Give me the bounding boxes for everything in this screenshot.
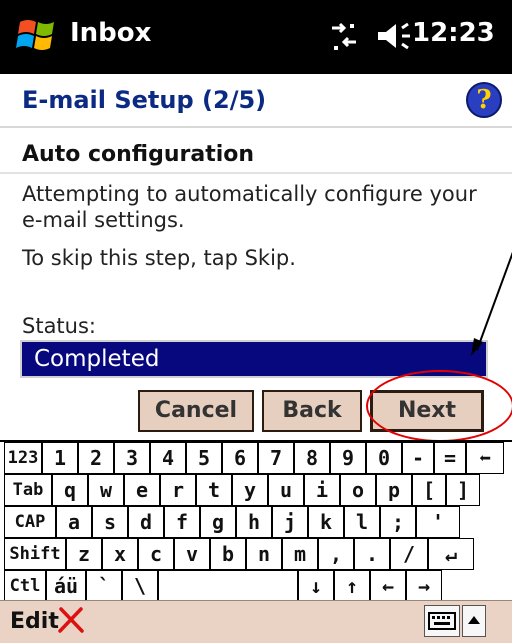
key-r[interactable]: r [160,474,196,506]
key-c[interactable]: c [138,538,174,570]
key-down-arrow[interactable]: ↓ [298,570,334,602]
key-minus[interactable]: - [402,442,434,474]
annotation-arrow-icon [471,251,512,356]
key-slash[interactable]: / [390,538,428,570]
status-value: Completed [34,346,160,372]
volume-icon[interactable] [374,18,414,54]
key-accents[interactable]: áü [46,570,86,602]
key-1[interactable]: 1 [42,442,78,474]
key-left-bracket[interactable]: [ [412,474,446,506]
keyboard-icon[interactable] [424,605,460,637]
key-n[interactable]: n [246,538,282,570]
cancel-button[interactable]: Cancel [138,390,254,432]
key-7[interactable]: 7 [258,442,294,474]
key-123[interactable]: 123 [4,442,42,474]
key-8[interactable]: 8 [294,442,330,474]
help-icon[interactable]: ? [466,82,502,118]
key-y[interactable]: y [232,474,268,506]
key-right-bracket[interactable]: ] [446,474,480,506]
divider [0,126,512,128]
app-title: Inbox [70,18,152,48]
key-shift[interactable]: Shift [4,538,66,570]
key-h[interactable]: h [236,506,272,538]
intro-text-line2: e-mail settings. [22,208,185,232]
key-3[interactable]: 3 [114,442,150,474]
key-comma[interactable]: , [318,538,354,570]
key-space[interactable] [158,570,298,602]
key-l[interactable]: l [344,506,380,538]
soft-keyboard: 123 1 2 3 4 5 6 7 8 9 0- = ⬅ Tab q w e r t y u i o p[] CAP a s d f g h… [0,440,512,602]
skip-instruction: To skip this step, tap Skip. [22,246,296,270]
key-2[interactable]: 2 [78,442,114,474]
windows-start-icon[interactable] [14,12,62,60]
key-9[interactable]: 9 [330,442,366,474]
status-label: Status: [22,314,96,338]
key-v[interactable]: v [174,538,210,570]
key-m[interactable]: m [282,538,318,570]
key-enter[interactable]: ↵ [428,538,474,570]
key-d[interactable]: d [128,506,164,538]
intro-text-line1: Attempting to automatically configure yo… [22,182,477,206]
key-semicolon[interactable]: ; [380,506,416,538]
section-title: Auto configuration [22,142,255,167]
page-heading: E-mail Setup (2/5) [22,86,267,114]
key-p[interactable]: p [376,474,412,506]
key-tab[interactable]: Tab [4,474,52,506]
key-backtick[interactable]: ` [86,570,122,602]
key-4[interactable]: 4 [150,442,186,474]
key-w[interactable]: w [88,474,124,506]
close-icon[interactable] [56,605,86,635]
connectivity-icon[interactable] [324,16,364,56]
key-cap[interactable]: CAP [4,506,56,538]
annotation-circle [366,370,512,442]
key-x[interactable]: x [102,538,138,570]
key-right-arrow[interactable]: → [406,570,442,602]
key-b[interactable]: b [210,538,246,570]
menu-bar: Edit [0,600,512,643]
key-left-arrow[interactable]: ← [370,570,406,602]
key-s[interactable]: s [92,506,128,538]
clock[interactable]: 12:23 [412,18,495,48]
key-period[interactable]: . [354,538,390,570]
key-apostrophe[interactable]: ' [416,506,460,538]
edit-menu[interactable]: Edit [10,609,59,634]
key-6[interactable]: 6 [222,442,258,474]
title-bar: Inbox 12:23 [0,0,512,74]
key-backslash[interactable]: \ [122,570,158,602]
key-5[interactable]: 5 [186,442,222,474]
back-button[interactable]: Back [262,390,362,432]
key-q[interactable]: q [52,474,88,506]
input-selector-arrow-icon[interactable] [462,605,486,637]
key-j[interactable]: j [272,506,308,538]
divider [0,172,512,174]
key-t[interactable]: t [196,474,232,506]
key-i[interactable]: i [304,474,340,506]
key-backspace[interactable]: ⬅ [466,442,504,474]
key-k[interactable]: k [308,506,344,538]
key-e[interactable]: e [124,474,160,506]
key-equals[interactable]: = [434,442,466,474]
key-z[interactable]: z [66,538,102,570]
key-u[interactable]: u [268,474,304,506]
key-g[interactable]: g [200,506,236,538]
key-f[interactable]: f [164,506,200,538]
key-ctl[interactable]: Ctl [4,570,46,602]
key-0[interactable]: 0 [366,442,402,474]
key-a[interactable]: a [56,506,92,538]
key-o[interactable]: o [340,474,376,506]
key-up-arrow[interactable]: ↑ [334,570,370,602]
